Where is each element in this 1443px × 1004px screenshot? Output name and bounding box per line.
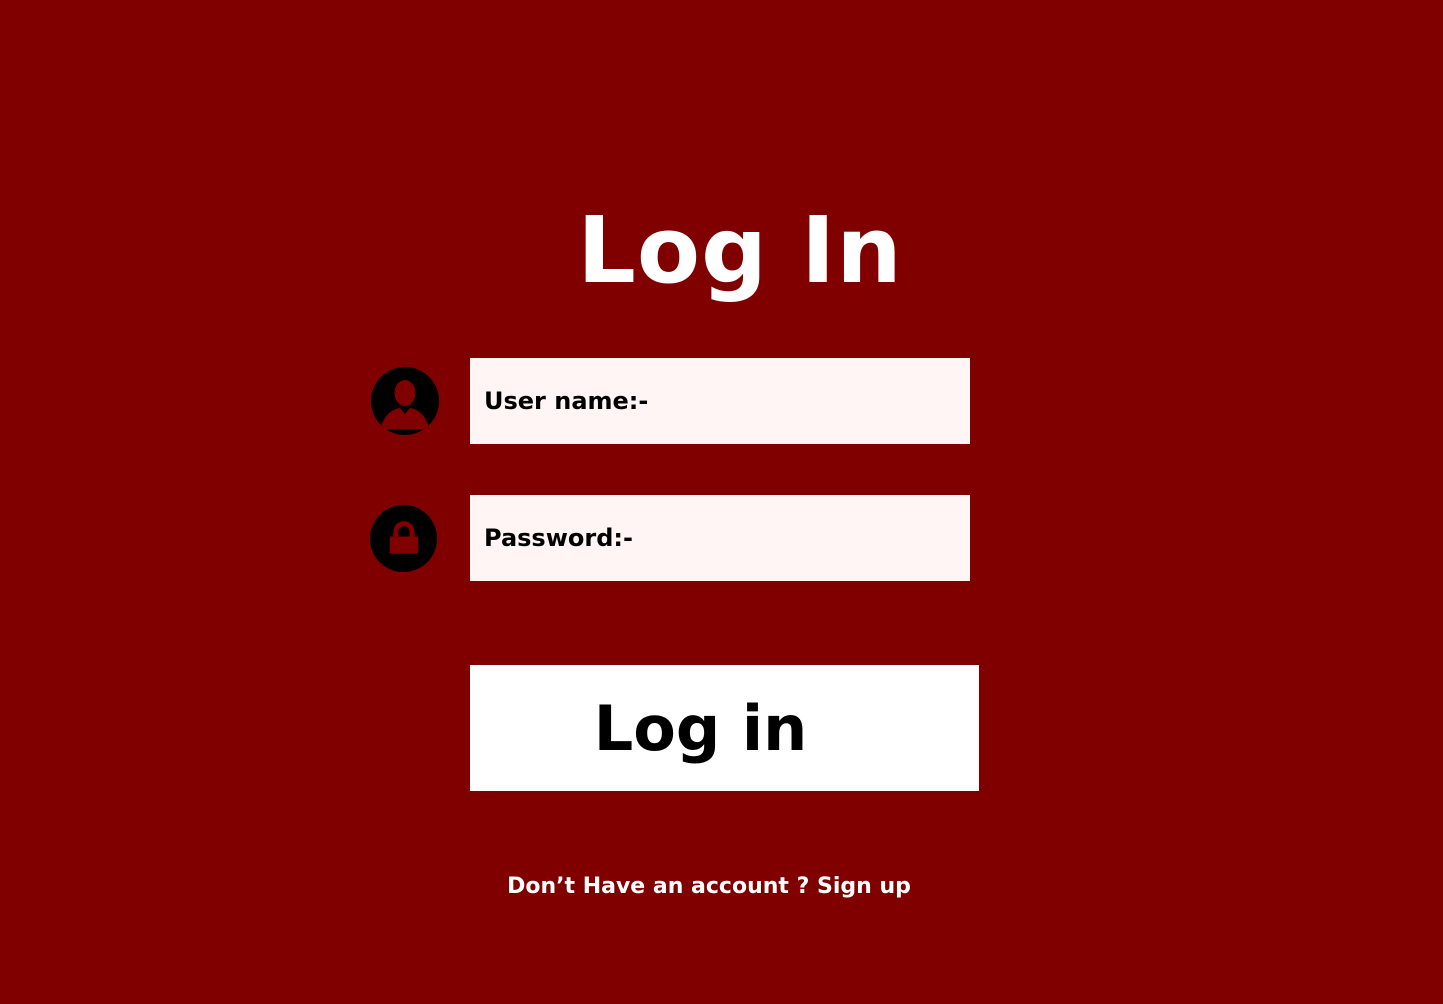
page-title: Log In [577, 197, 903, 304]
login-button-label: Log in [593, 691, 808, 765]
login-page: Log In User name:- Password:- Log in Don… [0, 0, 1443, 1004]
signup-link[interactable]: Don’t Have an account ? Sign up [470, 870, 948, 904]
user-icon [371, 367, 439, 435]
lock-icon [370, 505, 437, 572]
password-label: Password:- [484, 524, 633, 552]
password-field[interactable]: Password:- [470, 495, 970, 581]
login-button[interactable]: Log in [470, 665, 979, 791]
username-label: User name:- [484, 387, 649, 415]
username-field[interactable]: User name:- [470, 358, 970, 444]
